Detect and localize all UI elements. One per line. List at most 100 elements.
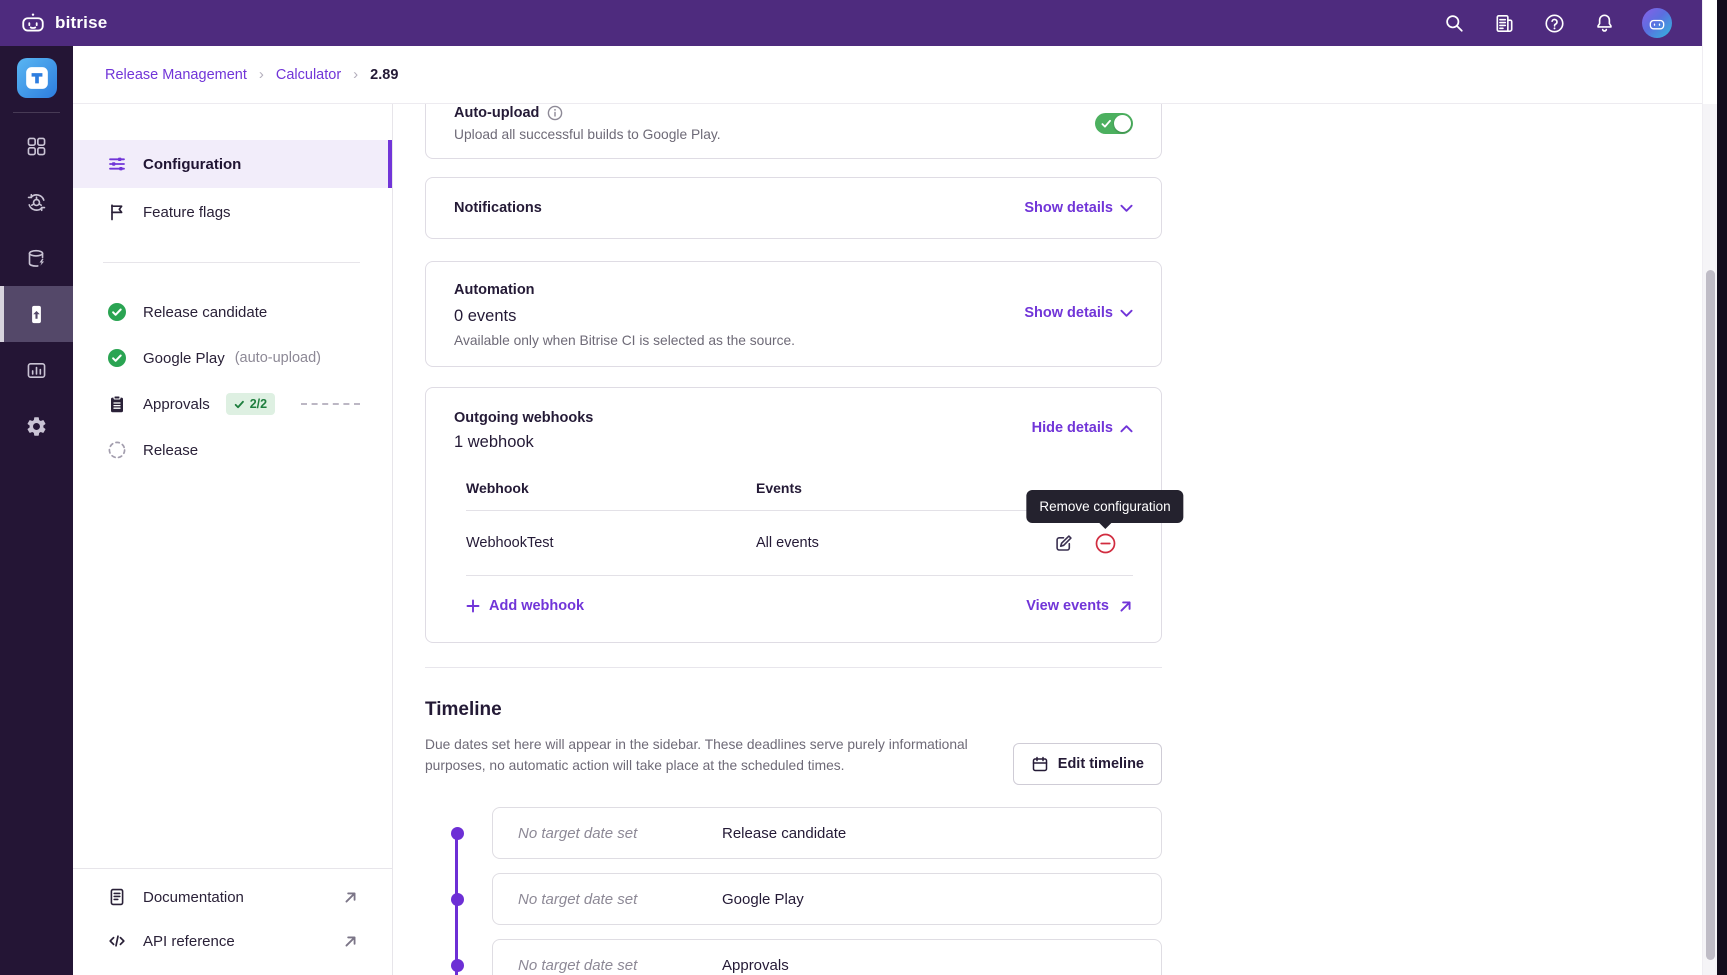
changelog-icon[interactable] [1492, 11, 1516, 35]
webhook-events: All events [756, 535, 1051, 551]
help-icon[interactable] [1542, 11, 1566, 35]
auto-upload-toggle[interactable] [1095, 113, 1133, 134]
app-avatar[interactable] [17, 58, 57, 98]
automation-note: Available only when Bitrise CI is select… [454, 333, 1133, 348]
row-actions: Remove configuration [1051, 531, 1133, 555]
page-header: Release Management › Calculator › 2.89 [73, 46, 1702, 104]
section-divider [425, 667, 1162, 668]
step-label: Google Play [143, 350, 225, 367]
topbar-actions [1442, 8, 1672, 38]
sliders-icon [107, 154, 127, 174]
icon-rail [0, 46, 73, 975]
info-icon[interactable] [547, 105, 563, 121]
check-circle-icon [107, 348, 127, 368]
breadcrumb-separator-icon: › [259, 66, 264, 83]
rail-item-settings[interactable] [0, 398, 73, 454]
timeline-stage: Google Play [722, 891, 804, 908]
toggle-check-icon [1101, 119, 1112, 129]
webhooks-title: Outgoing webhooks [454, 410, 593, 426]
timeline-date: No target date set [493, 891, 722, 908]
insights-icon [25, 359, 48, 382]
add-webhook-button[interactable]: Add webhook [466, 598, 584, 614]
edit-timeline-button[interactable]: Edit timeline [1013, 743, 1162, 785]
timeline-stage: Release candidate [722, 825, 846, 842]
app-window: bitrise [0, 0, 1727, 975]
sidebar-link-documentation[interactable]: Documentation [73, 875, 392, 919]
timeline-item-release-candidate: No target date set Release candidate [492, 807, 1162, 859]
breadcrumb-calculator[interactable]: Calculator [276, 67, 341, 83]
link-label: API reference [143, 933, 235, 950]
step-release[interactable]: Release [73, 427, 392, 473]
webhook-name: WebhookTest [466, 535, 756, 551]
timeline-dot [451, 959, 464, 972]
breadcrumb-separator-icon: › [353, 66, 358, 83]
timeline-date: No target date set [493, 957, 722, 974]
webhooks-table: Webhook Events WebhookTest All events [466, 472, 1133, 576]
remove-tooltip: Remove configuration [1026, 490, 1183, 523]
sidebar-bottom-links: Documentation API reference [73, 868, 392, 975]
step-suffix: (auto-upload) [235, 350, 321, 366]
step-release-candidate[interactable]: Release candidate [73, 289, 392, 335]
rail-item-release-management[interactable] [0, 286, 73, 342]
chevron-down-icon [1120, 309, 1133, 318]
notifications-bell-icon[interactable] [1592, 11, 1616, 35]
calendar-icon [1031, 755, 1049, 773]
webhooks-hide-details[interactable]: Hide details [1032, 420, 1133, 436]
sidebar-item-feature-flags[interactable]: Feature flags [73, 188, 392, 236]
user-avatar[interactable] [1642, 8, 1672, 38]
bitrise-robot-icon [20, 10, 46, 36]
document-icon [107, 887, 127, 907]
release-sidebar: Configuration Feature flags Release cand… [73, 104, 393, 975]
search-icon[interactable] [1442, 11, 1466, 35]
rail-item-insights[interactable] [0, 342, 73, 398]
sidebar-item-label: Configuration [143, 156, 241, 173]
approvals-status-badge: 2/2 [226, 393, 275, 415]
ci-pipelines-icon [25, 191, 48, 214]
step-approvals[interactable]: Approvals 2/2 [73, 381, 392, 427]
automation-title: Automation [454, 282, 535, 298]
column-header-webhook: Webhook [466, 480, 756, 496]
breadcrumb-current-version: 2.89 [370, 67, 398, 83]
timeline-item-approvals: No target date set Approvals [492, 939, 1162, 975]
table-row: WebhookTest All events Remove configurat… [466, 511, 1133, 576]
timeline-card: No target date set Approvals [492, 939, 1162, 975]
badge-count: 2/2 [250, 397, 267, 411]
sidebar-item-configuration[interactable]: Configuration [73, 140, 392, 188]
step-google-play[interactable]: Google Play (auto-upload) [73, 335, 392, 381]
auto-upload-title: Auto-upload [454, 105, 539, 121]
timeline-date: No target date set [493, 825, 722, 842]
rail-item-dashboard[interactable] [0, 118, 73, 174]
rail-items [0, 118, 73, 454]
step-label: Approvals [143, 396, 210, 413]
step-label: Release candidate [143, 304, 267, 321]
gear-icon [25, 415, 48, 438]
webhooks-card: Outgoing webhooks 1 webhook Hide details… [425, 387, 1162, 643]
external-link-icon [343, 890, 358, 905]
auto-upload-card: Auto-upload Upload all successful builds… [425, 104, 1162, 159]
edit-webhook-button[interactable] [1051, 531, 1075, 555]
sidebar-item-label: Feature flags [143, 204, 231, 221]
timeline-card: No target date set Google Play [492, 873, 1162, 925]
arrow-up-right-icon [1118, 599, 1133, 614]
scrollbar-thumb[interactable] [1706, 270, 1715, 960]
timeline-description: Due dates set here will appear in the si… [425, 734, 985, 776]
rail-item-ci[interactable] [0, 174, 73, 230]
notifications-show-details[interactable]: Show details [1024, 200, 1133, 216]
dashed-circle-icon [107, 440, 127, 460]
top-bar: bitrise [0, 0, 1702, 46]
plus-icon [466, 599, 480, 613]
timeline-dot [451, 893, 464, 906]
sidebar-link-api-reference[interactable]: API reference [73, 919, 392, 963]
rail-item-build-cache[interactable] [0, 230, 73, 286]
timeline-header: Timeline Due dates set here will appear … [425, 699, 1162, 785]
check-circle-icon [107, 302, 127, 322]
view-events-link[interactable]: View events [1026, 598, 1133, 614]
automation-show-details[interactable]: Show details [1024, 305, 1133, 321]
remove-webhook-button[interactable]: Remove configuration [1093, 531, 1117, 555]
bitrise-logo[interactable]: bitrise [20, 10, 107, 36]
badge-check-icon [234, 399, 245, 410]
release-management-icon [25, 303, 48, 326]
step-label: Release [143, 442, 198, 459]
chevron-up-icon [1120, 424, 1133, 433]
breadcrumb-release-management[interactable]: Release Management [105, 67, 247, 83]
